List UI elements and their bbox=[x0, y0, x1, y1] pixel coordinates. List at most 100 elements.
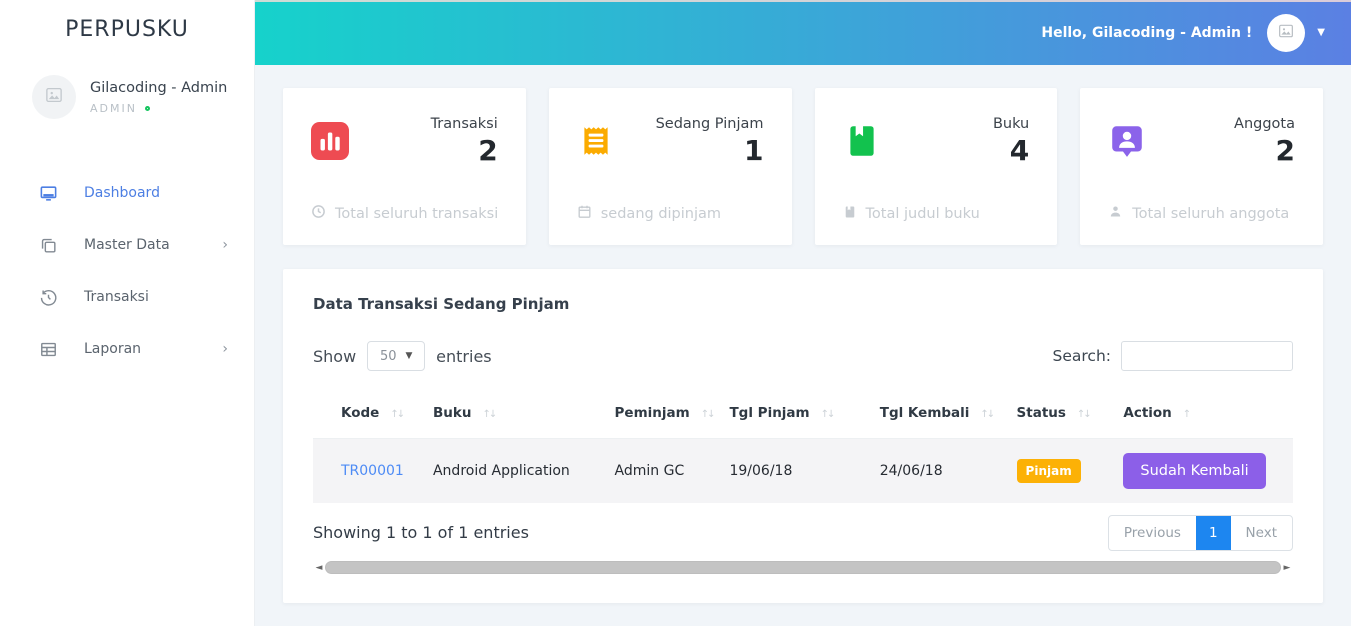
table-icon bbox=[38, 339, 58, 359]
avatar bbox=[32, 75, 76, 119]
column-header-peminjam[interactable]: Peminjam ↑↓ bbox=[606, 393, 722, 439]
card-title: Data Transaksi Sedang Pinjam bbox=[313, 295, 570, 313]
transactions-card: Data Transaksi Sedang Pinjam Show 50 ▼ e… bbox=[283, 269, 1323, 603]
column-header-tgl-kembali[interactable]: Tgl Kembali ↑↓ bbox=[871, 393, 1009, 439]
topbar-user-menu[interactable]: ▼ bbox=[1267, 13, 1325, 52]
clock-icon bbox=[311, 204, 326, 223]
stat-footer: Total seluruh transaksi bbox=[311, 204, 498, 223]
table-info: Showing 1 to 1 of 1 entries bbox=[313, 523, 529, 542]
table-footer: Showing 1 to 1 of 1 entries Previous 1 N… bbox=[313, 514, 1293, 551]
chevron-down-icon: ▼ bbox=[405, 351, 413, 361]
stat-value: 2 bbox=[1275, 134, 1295, 167]
sidebar-item-dashboard[interactable]: Dashboard bbox=[0, 167, 254, 219]
copy-icon bbox=[38, 235, 58, 255]
brand-logo: PERPUSKU bbox=[65, 17, 189, 42]
bar-chart-icon bbox=[311, 122, 349, 160]
topbar: Hello, Gilacoding - Admin ! ▼ bbox=[255, 0, 1351, 65]
cell-kode: TR00001 bbox=[313, 438, 425, 503]
sort-icon: ↑ bbox=[1182, 409, 1192, 420]
sort-icon: ↑↓ bbox=[820, 409, 836, 420]
sidebar-menu: Dashboard Master Data › Transaksi Lapora… bbox=[0, 167, 254, 375]
next-page-button[interactable]: Next bbox=[1231, 516, 1292, 550]
pagination: Previous 1 Next bbox=[1107, 514, 1293, 551]
column-header-buku[interactable]: Buku ↑↓ bbox=[424, 393, 607, 439]
column-header-action[interactable]: Action ↑ bbox=[1115, 393, 1293, 439]
stat-card-buku: Buku 4 Total judul buku bbox=[814, 88, 1058, 245]
chevron-right-icon: › bbox=[222, 237, 228, 253]
sidebar-item-label: Master Data bbox=[84, 237, 170, 253]
cell-status: Pinjam bbox=[1008, 438, 1116, 503]
stat-label: Transaksi bbox=[430, 116, 498, 132]
sort-icon: ↑↓ bbox=[1076, 409, 1092, 420]
image-icon bbox=[1278, 23, 1294, 43]
sidebar-item-master-data[interactable]: Master Data › bbox=[0, 219, 254, 271]
stat-card-anggota: Anggota 2 Total seluruh anggota bbox=[1080, 88, 1323, 245]
cell-peminjam: Admin GC bbox=[606, 438, 722, 503]
person-icon bbox=[1108, 204, 1123, 223]
column-header-status[interactable]: Status ↑↓ bbox=[1008, 393, 1116, 439]
table-header-row: Kode ↑↓ Buku ↑↓ Peminjam ↑↓ Tgl Pinjam ↑↓ Tg… bbox=[313, 393, 1293, 439]
calendar-icon bbox=[577, 204, 592, 223]
image-icon bbox=[45, 86, 63, 108]
sidebar-user-block: Gilacoding - Admin ADMIN bbox=[32, 75, 254, 119]
column-header-kode[interactable]: Kode ↑↓ bbox=[313, 393, 425, 439]
scrollbar-thumb[interactable] bbox=[325, 561, 1281, 574]
sidebar-item-label: Laporan bbox=[84, 341, 142, 357]
stat-value: 2 bbox=[478, 134, 498, 167]
stat-value: 4 bbox=[1009, 134, 1030, 167]
user-name: Gilacoding - Admin bbox=[90, 79, 228, 96]
history-icon bbox=[38, 287, 58, 307]
horizontal-scrollbar: ◄ ► bbox=[313, 561, 1293, 575]
current-page-button[interactable]: 1 bbox=[1195, 515, 1231, 550]
stat-card-sedang-pinjam: Sedang Pinjam 1 sedang dipinjam bbox=[548, 88, 792, 245]
page-content: Transaksi 2 Total seluruh transaksi Seda… bbox=[255, 65, 1351, 626]
cell-action: Sudah Kembali bbox=[1115, 438, 1293, 503]
table-row: TR00001 Android Application Admin GC 19/… bbox=[313, 438, 1293, 503]
stat-footer: Total seluruh anggota bbox=[1108, 204, 1289, 223]
user-role: ADMIN bbox=[90, 102, 227, 115]
scroll-right-icon[interactable]: ► bbox=[1281, 561, 1293, 575]
stat-label: Anggota bbox=[1234, 116, 1295, 132]
sidebar-item-transaksi[interactable]: Transaksi bbox=[0, 271, 254, 323]
page-length-select[interactable]: 50 ▼ bbox=[367, 341, 426, 371]
stat-label: Sedang Pinjam bbox=[655, 116, 764, 132]
sort-icon: ↑↓ bbox=[980, 409, 995, 420]
book-icon bbox=[843, 122, 881, 160]
sort-icon: ↑↓ bbox=[482, 409, 497, 420]
stat-label: Buku bbox=[992, 116, 1030, 132]
monitor-icon bbox=[38, 183, 58, 203]
sudah-kembali-button[interactable]: Sudah Kembali bbox=[1123, 452, 1266, 489]
stat-footer: sedang dipinjam bbox=[577, 204, 721, 223]
user-info: Gilacoding - Admin ADMIN bbox=[90, 80, 227, 115]
sidebar: PERPUSKU Gilacoding - Admin ADMIN Dashbo… bbox=[0, 0, 255, 626]
book-small-icon bbox=[843, 205, 857, 223]
previous-page-button[interactable]: Previous bbox=[1109, 516, 1196, 550]
sidebar-item-label: Transaksi bbox=[84, 289, 149, 305]
search-group: Search: bbox=[1053, 341, 1293, 371]
receipt-icon bbox=[577, 122, 615, 160]
sidebar-item-label: Dashboard bbox=[84, 185, 160, 201]
search-input[interactable] bbox=[1121, 341, 1293, 371]
sidebar-item-laporan[interactable]: Laporan › bbox=[0, 323, 254, 375]
chevron-down-icon: ▼ bbox=[1317, 27, 1325, 38]
transactions-table: Kode ↑↓ Buku ↑↓ Peminjam ↑↓ Tgl Pinjam ↑↓ Tg… bbox=[313, 393, 1293, 503]
scroll-left-icon[interactable]: ◄ bbox=[313, 561, 325, 575]
stat-card-transaksi: Transaksi 2 Total seluruh transaksi bbox=[283, 88, 526, 245]
cell-tgl-pinjam: 19/06/18 bbox=[721, 438, 872, 503]
cell-tgl-kembali: 24/06/18 bbox=[871, 438, 1009, 503]
table-toolbar: Show 50 ▼ entries Search: bbox=[313, 341, 1293, 371]
topbar-avatar bbox=[1267, 13, 1306, 52]
sort-icon: ↑↓ bbox=[390, 409, 405, 420]
member-icon bbox=[1108, 122, 1146, 160]
column-header-tgl-pinjam[interactable]: Tgl Pinjam ↑↓ bbox=[721, 393, 872, 439]
stat-value: 1 bbox=[744, 134, 764, 167]
topbar-greeting: Hello, Gilacoding - Admin ! bbox=[1041, 24, 1253, 41]
status-badge: Pinjam bbox=[1016, 458, 1081, 483]
cell-buku: Android Application bbox=[424, 438, 607, 503]
main-area: Hello, Gilacoding - Admin ! ▼ Transaksi bbox=[255, 0, 1351, 626]
length-menu: Show 50 ▼ entries bbox=[313, 341, 492, 371]
stat-cards: Transaksi 2 Total seluruh transaksi Seda… bbox=[283, 88, 1323, 245]
online-status-icon bbox=[144, 105, 150, 111]
sort-icon: ↑↓ bbox=[700, 409, 716, 420]
transaction-link[interactable]: TR00001 bbox=[341, 463, 404, 479]
